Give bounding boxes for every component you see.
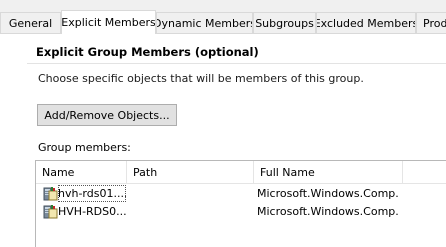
column-header-name[interactable]: Name — [36, 161, 126, 183]
row-full-name: Microsoft.Windows.Comp... — [257, 187, 399, 200]
tab-dynamic-members[interactable]: Dynamic Members — [156, 12, 253, 33]
computer-object-icon — [43, 204, 59, 220]
list-header: Name Path Full Name — [36, 161, 446, 184]
group-members-list[interactable]: Name Path Full Name hvh-rds01.... Micros… — [35, 160, 446, 247]
tab-general[interactable]: General — [0, 12, 61, 33]
tab-excluded-members[interactable]: Excluded Members — [316, 12, 416, 33]
tab-subgroups[interactable]: Subgroups — [253, 12, 316, 33]
add-remove-objects-button[interactable]: Add/Remove Objects... — [37, 104, 177, 126]
row-full-name: Microsoft.Windows.Comp... — [257, 205, 399, 218]
row-path — [133, 203, 251, 220]
row-name: HVH-RDS0... — [58, 205, 126, 218]
computer-object-icon — [43, 186, 59, 202]
column-divider[interactable] — [402, 161, 403, 183]
tab-strip: General Explicit Members Dynamic Members… — [0, 0, 446, 34]
divider — [27, 63, 446, 64]
table-row[interactable]: HVH-RDS0... Microsoft.Windows.Comp... — [36, 203, 446, 220]
group-members-label: Group members: — [38, 141, 131, 154]
section-title: Explicit Group Members (optional) — [36, 45, 259, 59]
table-row[interactable]: hvh-rds01.... Microsoft.Windows.Comp... — [36, 185, 446, 202]
row-name: hvh-rds01.... — [58, 185, 126, 202]
column-header-path[interactable]: Path — [127, 161, 253, 183]
row-path — [133, 185, 251, 202]
tab-explicit-members[interactable]: Explicit Members — [61, 10, 156, 34]
section-description: Choose specific objects that will be mem… — [38, 72, 364, 85]
tab-prod[interactable]: Prod — [416, 12, 446, 33]
column-header-full-name[interactable]: Full Name — [254, 161, 402, 183]
